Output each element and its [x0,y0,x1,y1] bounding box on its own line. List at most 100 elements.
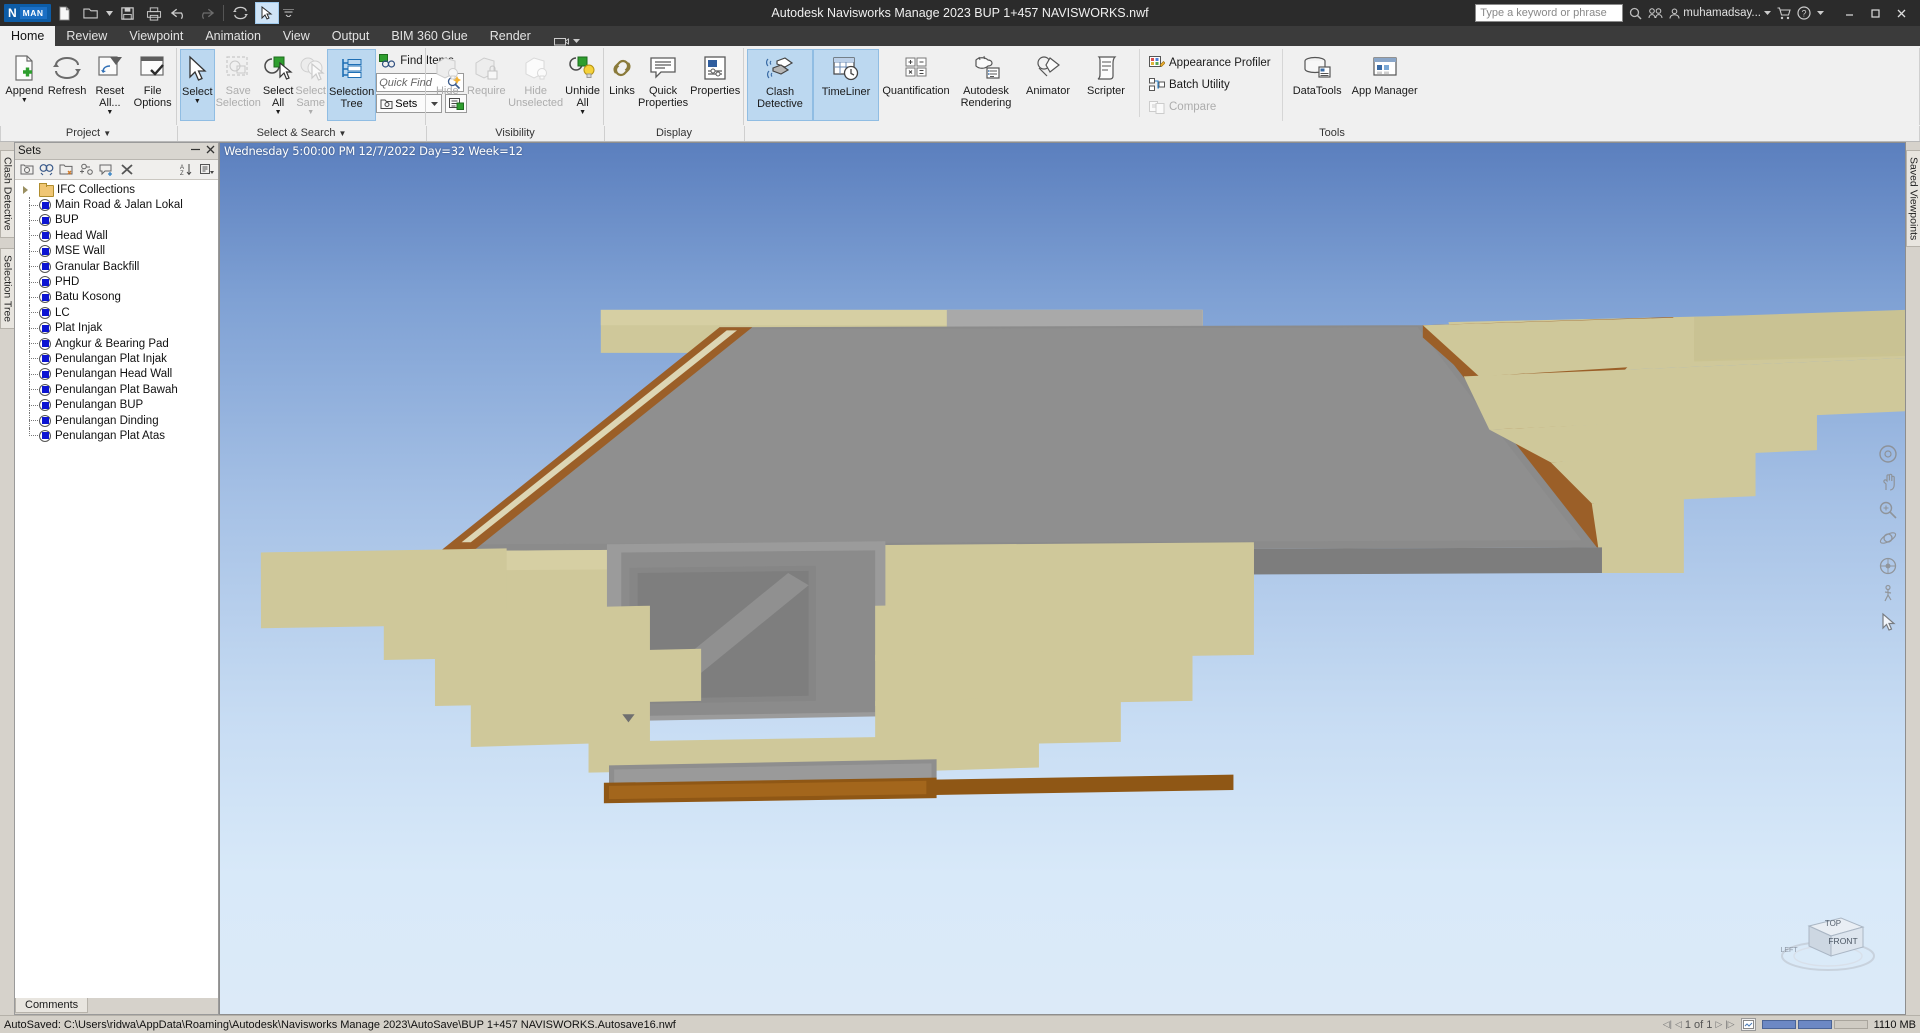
tab-render[interactable]: Render [479,26,542,46]
tab-output[interactable]: Output [321,26,381,46]
refresh-button[interactable]: Refresh [46,49,89,121]
help-community-icon[interactable] [1648,7,1663,19]
redo-icon[interactable] [194,2,218,24]
app-logo-icon[interactable]: N MAN [4,4,51,22]
tree-item-mse-wall[interactable]: MSE Wall [15,243,218,260]
select-icon[interactable] [254,2,279,24]
minimize-button[interactable] [1836,2,1862,24]
timeliner-button[interactable]: TimeLiner [813,49,879,121]
tree-item-penulangan-bup[interactable]: Penulangan BUP [15,397,218,414]
select-cursor-icon[interactable] [1877,611,1899,633]
quick-access-toolbar[interactable]: N MAN [0,2,297,24]
navigation-toolbar[interactable] [1875,443,1901,633]
chevron-down-icon[interactable]: ▼ [275,109,282,116]
last-page-icon[interactable]: |▷ [1725,1019,1734,1030]
tree-item-penulangan-plat-atas[interactable]: Penulangan Plat Atas [15,428,218,443]
orbit-icon[interactable] [1877,527,1899,549]
new-selection-set-icon[interactable] [79,162,94,177]
tree-item-main-road[interactable]: Main Road & Jalan Lokal [15,197,218,214]
quantification-button[interactable]: Quantification [879,49,953,121]
new-search-set-icon[interactable] [19,162,34,177]
selection-tree-button[interactable]: Selection Tree [326,49,377,121]
help-dropdown-icon[interactable] [1817,11,1824,15]
select-all-button[interactable]: Select All ▼ [262,49,295,121]
append-button[interactable]: Append ▼ [3,49,46,121]
tree-item-angkur-bearing-pad[interactable]: Angkur & Bearing Pad [15,335,218,352]
chevron-down-icon[interactable]: ▼ [21,97,28,104]
appearance-profiler-button[interactable]: Appearance Profiler [1146,53,1274,73]
first-page-icon[interactable]: ◁| [1663,1019,1672,1030]
view-cube[interactable]: TOP FRONT LEFT [1773,894,1883,984]
delete-icon[interactable] [119,162,134,177]
sets-toolbar[interactable]: AZ [15,160,218,180]
tree-item-penulangan-dinding[interactable]: Penulangan Dinding [15,412,218,429]
chevron-down-icon[interactable]: ▼ [106,109,113,116]
save-icon[interactable] [116,2,140,24]
undo-icon[interactable] [168,2,192,24]
tree-item-penulangan-plat-bawah[interactable]: Penulangan Plat Bawah [15,382,218,398]
close-icon[interactable] [206,145,215,157]
tree-item-penulangan-plat-injak[interactable]: Penulangan Plat Injak [15,351,218,368]
camera-icon[interactable] [553,36,569,46]
tree-item-bup[interactable]: BUP [15,212,218,229]
autodesk-rendering-button[interactable]: Autodesk Rendering [953,49,1019,121]
zoom-icon[interactable] [1877,499,1899,521]
tab-comments[interactable]: Comments [15,998,89,1013]
chevron-right-icon[interactable] [23,185,28,194]
maximize-button[interactable] [1862,2,1888,24]
refresh-icon[interactable] [229,2,253,24]
sort-icon[interactable]: AZ [179,162,194,177]
walk-icon[interactable] [1877,583,1899,605]
ribbon[interactable]: Append ▼ Refresh Reset All... ▼ File Opt… [0,46,1920,142]
close-button[interactable] [1888,2,1914,24]
tab-viewpoint[interactable]: Viewpoint [118,26,194,46]
datatools-button[interactable]: DataTools [1281,49,1348,121]
tab-view[interactable]: View [272,26,321,46]
3d-viewport[interactable]: Wednesday 5:00:00 PM 12/7/2022 Day=32 We… [219,142,1906,1015]
options-icon[interactable] [199,162,214,177]
add-comment-icon[interactable] [99,162,114,177]
tree-item-phd[interactable]: PHD [15,274,218,291]
chevron-down-icon[interactable] [572,39,580,43]
search-go-icon[interactable] [1629,7,1642,20]
tree-item-granular-backfill[interactable]: Granular Backfill [15,258,218,275]
app-manager-button[interactable]: App Manager [1348,49,1422,121]
steering-wheel-icon[interactable] [1877,443,1899,465]
tab-bim360glue[interactable]: BIM 360 Glue [380,26,478,46]
tree-item-head-wall[interactable]: Head Wall [15,228,218,244]
tab-home[interactable]: Home [0,26,56,46]
vtab-selection-tree[interactable]: Selection Tree [0,247,15,329]
open-dropdown-icon[interactable] [105,2,114,24]
next-page-icon[interactable]: ▷ [1715,1019,1722,1030]
quick-properties-button[interactable]: Quick Properties [637,49,689,121]
search-input[interactable]: Type a keyword or phrase [1475,4,1624,22]
minimize-icon[interactable] [190,145,201,157]
properties-button[interactable]: Properties [689,49,741,121]
vtab-saved-viewpoints[interactable]: Saved Viewpoints [1905,150,1920,248]
tree-item-ifc-collections[interactable]: IFC Collections [15,182,218,198]
new-icon[interactable] [53,2,77,24]
cart-icon[interactable] [1777,6,1791,20]
print-icon[interactable] [142,2,166,24]
file-options-button[interactable]: File Options [131,49,174,121]
links-button[interactable]: Links [607,49,637,121]
tree-item-batu-kosong[interactable]: Batu Kosong [15,289,218,306]
chevron-down-icon[interactable]: ▼ [579,109,586,116]
look-around-icon[interactable] [1877,555,1899,577]
page-navigation[interactable]: ◁| ◁ 1 of 1 ▷ |▷ [1663,1019,1735,1031]
batch-utility-button[interactable]: Batch Utility [1146,75,1274,95]
reset-all-button[interactable]: Reset All... ▼ [89,49,132,121]
scripter-button[interactable]: Scripter [1077,49,1135,121]
customize-qat-icon[interactable] [281,2,297,24]
previous-page-icon[interactable]: ◁ [1675,1019,1682,1030]
render-status-icon[interactable] [1740,1018,1756,1031]
animator-button[interactable]: Animator [1019,49,1077,121]
new-folder-icon[interactable] [59,162,74,177]
sets-tree[interactable]: IFC Collections Main Road & Jalan Lokal … [15,180,218,998]
tree-item-lc[interactable]: LC [15,305,218,321]
tab-review[interactable]: Review [55,26,118,46]
find-icon[interactable] [39,162,54,177]
clash-detective-button[interactable]: Clash Detective [747,49,813,121]
chevron-down-icon[interactable]: ▼ [194,98,201,105]
help-icon[interactable]: ? [1797,6,1811,20]
